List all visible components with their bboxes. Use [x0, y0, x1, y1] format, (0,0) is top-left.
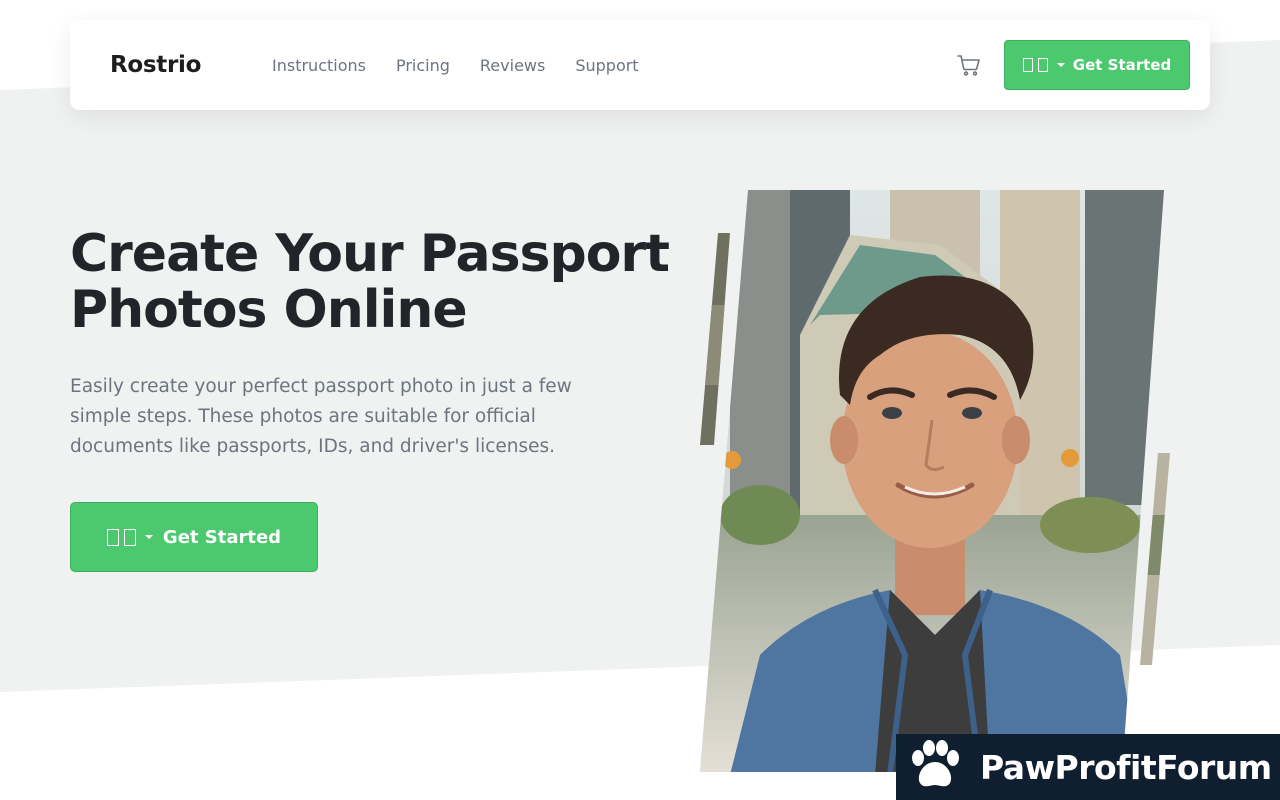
hero-description: Easily create your perfect passport phot…: [70, 376, 572, 457]
hero-get-started-button[interactable]: Get Started: [70, 502, 318, 572]
language-glyph-icon: [123, 528, 136, 546]
paw-icon: [908, 738, 962, 796]
nav-link-pricing[interactable]: Pricing: [396, 56, 450, 75]
language-selector[interactable]: [106, 528, 153, 546]
nav-get-started-button[interactable]: Get Started: [1004, 40, 1190, 90]
nav-links: Instructions Pricing Reviews Support: [272, 20, 639, 110]
brand-logo[interactable]: Rostrio: [110, 20, 201, 110]
language-glyph-icon: [1037, 58, 1048, 72]
nav-link-instructions[interactable]: Instructions: [272, 56, 366, 75]
nav-cta-label: Get Started: [1072, 56, 1172, 74]
nav-link-reviews[interactable]: Reviews: [480, 56, 545, 75]
hero-title: Create Your Passport Photos Online: [70, 224, 670, 340]
language-selector[interactable]: [1022, 58, 1065, 72]
hero-cta-label: Get Started: [162, 526, 282, 548]
navbar: Rostrio Instructions Pricing Reviews Sup…: [70, 20, 1210, 110]
language-glyph-icon: [1022, 58, 1033, 72]
chevron-down-icon: [1056, 63, 1065, 67]
cart-icon[interactable]: [956, 53, 982, 77]
language-glyph-icon: [106, 528, 119, 546]
hero-photo: [690, 185, 1180, 775]
nav-link-support[interactable]: Support: [575, 56, 638, 75]
chevron-down-icon: [144, 535, 153, 539]
watermark-text: PawProfitForum: [980, 747, 1272, 787]
watermark-badge: PawProfitForum: [896, 734, 1280, 800]
